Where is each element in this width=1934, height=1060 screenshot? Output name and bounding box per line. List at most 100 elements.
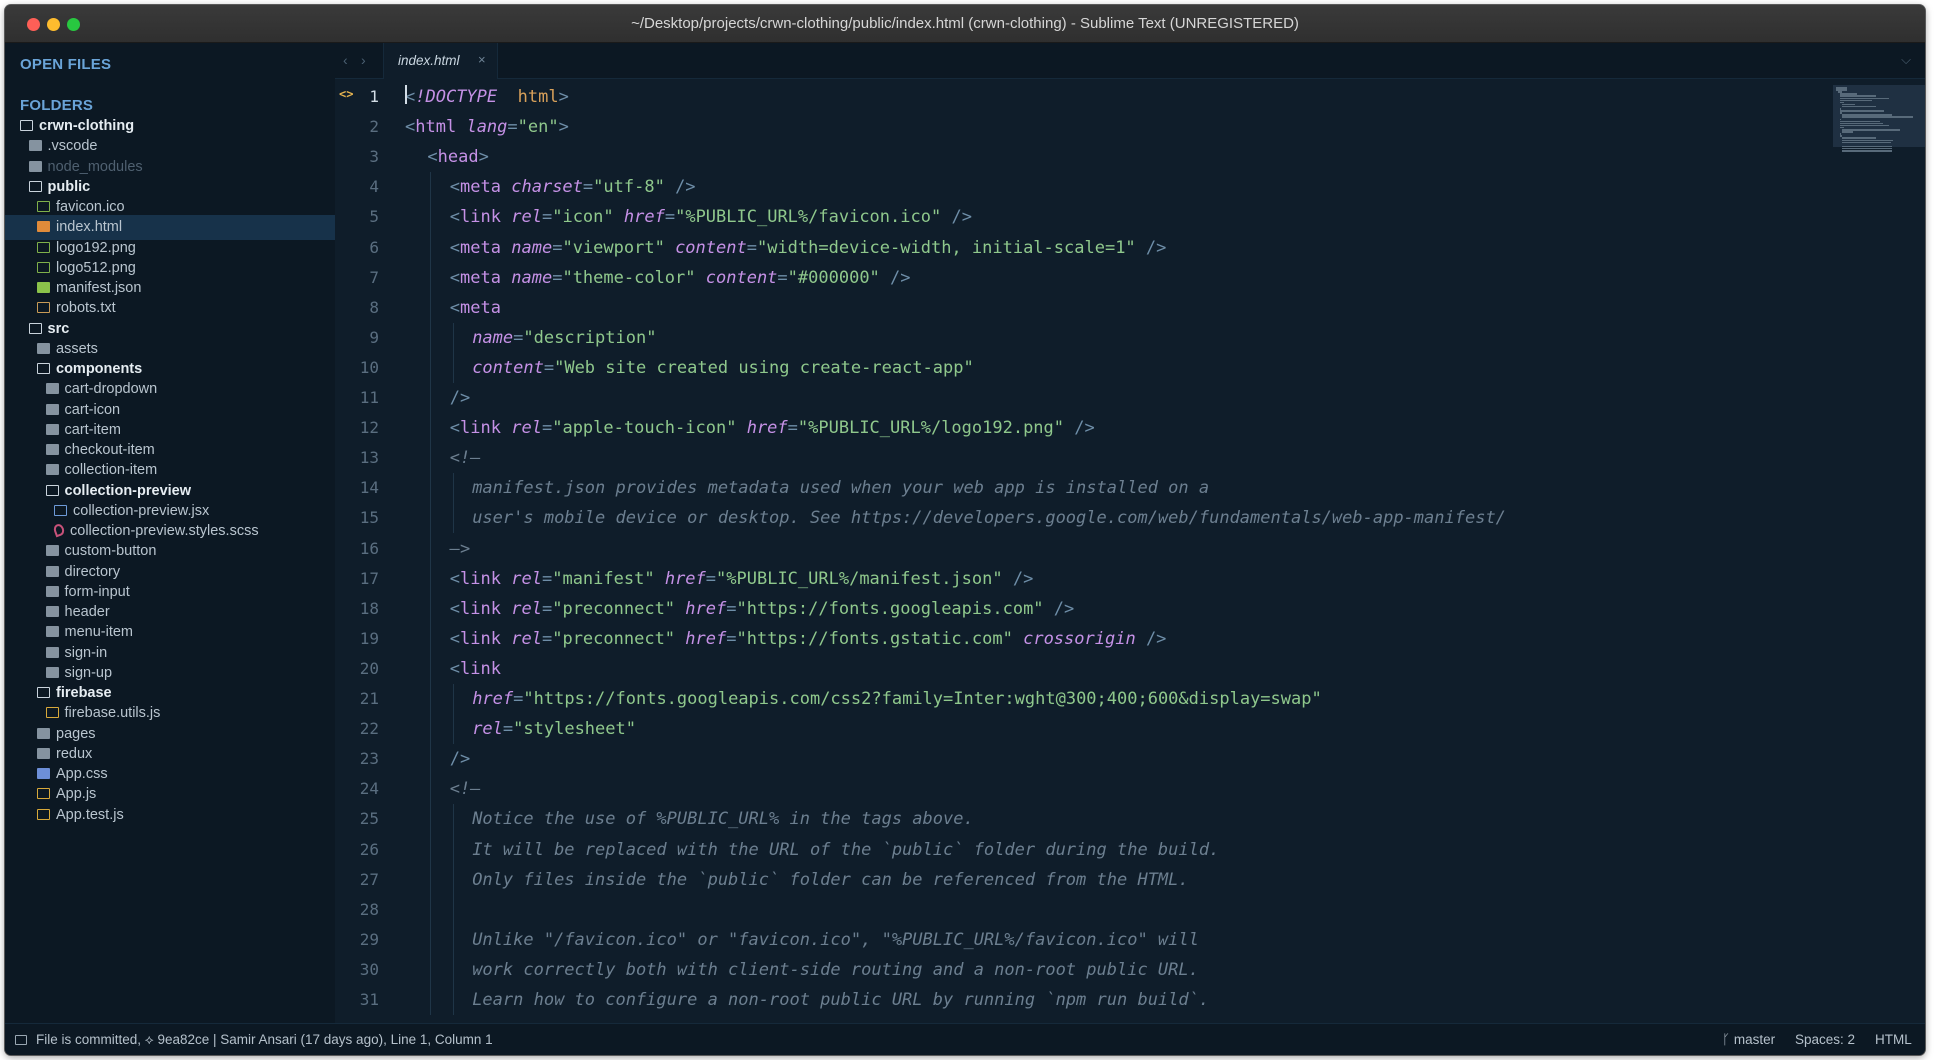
code-line: <!—	[449, 779, 481, 800]
sidebar-item-label: src	[47, 320, 70, 337]
line-number: 2	[369, 117, 379, 137]
line-number: 9	[369, 327, 379, 347]
js-test-file-icon	[37, 808, 50, 820]
sidebar-item-label: pages	[56, 725, 96, 742]
sass-file-icon	[52, 522, 66, 538]
line-number: 30	[359, 959, 379, 979]
code-line: <link rel="apple-touch-icon" href="%PUBL…	[449, 418, 1095, 439]
status-git-info: File is committed, ⟡ 9ea82ce | Samir Ans…	[36, 1032, 493, 1047]
sidebar-item-label: node_modules	[47, 158, 143, 175]
js-file-icon	[37, 788, 50, 800]
sidebar-item-label: cart-item	[64, 421, 121, 438]
code-line: <link	[449, 658, 501, 679]
title-bar: ~/Desktop/projects/crwn-clothing/public/…	[5, 5, 1925, 43]
status-indentation[interactable]: Spaces: 2	[1795, 1024, 1855, 1055]
sidebar-item-label: crwn-clothing	[39, 118, 135, 134]
code-line: rel="stylesheet"	[472, 719, 636, 740]
minimap-line	[1842, 141, 1891, 144]
jsx-file-icon	[54, 504, 67, 516]
code-line: <!—	[449, 448, 481, 469]
folder-icon	[45, 383, 59, 395]
line-number: 24	[359, 779, 379, 799]
image-file-icon	[37, 241, 50, 253]
image-file-icon	[37, 201, 50, 212]
folder-open-icon	[37, 687, 50, 698]
folder-icon	[45, 423, 59, 435]
tab-forward-arrow-icon[interactable]: ›	[361, 52, 366, 68]
code-line: Only files inside the `public` folder ca…	[472, 869, 1189, 890]
folder-open-icon	[45, 484, 59, 496]
tab-index-html[interactable]: index.html ×	[383, 43, 498, 79]
tab-close-icon[interactable]: ×	[478, 52, 486, 67]
sidebar-toggle-icon[interactable]	[15, 1035, 27, 1045]
line-number: 8	[369, 297, 379, 317]
sidebar-item-app-test-js[interactable]: App.test.js	[5, 803, 335, 828]
folder-icon	[45, 606, 59, 617]
sublime-window: ~/Desktop/projects/crwn-clothing/public/…	[5, 5, 1925, 1055]
folder-icon	[37, 747, 50, 759]
code-line: <link rel="manifest" href="%PUBLIC_URL%/…	[449, 568, 1034, 589]
code-line: <!DOCTYPE html>	[405, 87, 569, 107]
tab-back-arrow-icon[interactable]: ‹	[343, 52, 348, 68]
line-number-gutter: <> 1 2 3 4 5 6 7 8 9 10 11 12 13 14 15 16 17 18 19 20 21 22 23…	[335, 79, 395, 1023]
code-line: It will be replaced with the URL of the …	[472, 839, 1220, 860]
code-line: content="Web site created using create-r…	[472, 357, 974, 378]
folder-open-icon	[37, 363, 50, 374]
line-number: 18	[359, 598, 379, 618]
code-line: Learn how to configure a non-root public…	[472, 990, 1210, 1010]
code-editor[interactable]: <!DOCTYPE html> <html lang="en"> <head> <me…	[400, 79, 1830, 1023]
folder-icon	[45, 585, 59, 597]
code-line: manifest.json provides metadata used whe…	[472, 478, 1210, 499]
code-line: <link rel="icon" href="%PUBLIC_URL%/favi…	[449, 207, 972, 228]
sidebar-item-label: logo192.png	[56, 239, 136, 256]
sidebar-item-label: components	[56, 361, 143, 377]
line-number: 1	[369, 87, 379, 106]
line-number: 11	[359, 388, 379, 407]
line-number: 23	[359, 749, 379, 769]
line-number: 17	[359, 568, 379, 588]
sidebar-item-label: robots.txt	[56, 300, 116, 317]
code-line: <link rel="preconnect" href="https://fon…	[449, 598, 1075, 619]
status-branch[interactable]: ᚴ master	[1722, 1024, 1775, 1055]
line-number: 10	[359, 357, 379, 377]
sidebar-item-label: form-input	[64, 583, 130, 600]
line-number: 7	[369, 267, 379, 287]
status-bar: File is committed, ⟡ 9ea82ce | Samir Ans…	[5, 1023, 1925, 1055]
folder-icon	[45, 545, 59, 557]
line-number: 14	[359, 478, 379, 498]
sidebar-item-label: redux	[56, 745, 93, 762]
sidebar-item-label: assets	[56, 340, 98, 357]
line-number: 20	[359, 658, 379, 678]
sidebar-item-label: .vscode	[47, 138, 98, 155]
line-number: 16	[359, 538, 379, 558]
sidebar-item-label: sign-in	[64, 644, 108, 661]
tab-dropdown-icon[interactable]: ⌵	[1901, 52, 1911, 68]
sidebar-item-label: manifest.json	[56, 280, 142, 296]
sidebar-item-label: collection-preview	[64, 482, 192, 499]
sidebar-item-label: firebase	[56, 685, 112, 701]
minimap-line	[1840, 124, 1889, 127]
window-title: ~/Desktop/projects/crwn-clothing/public/…	[631, 15, 1299, 32]
line-number: 27	[359, 869, 379, 889]
folder-icon	[45, 565, 59, 577]
minimap-line	[1842, 150, 1893, 152]
sidebar-item-label: cart-dropdown	[64, 381, 158, 398]
sidebar-item-label: cart-icon	[64, 401, 121, 418]
sidebar-item-label: index.html	[56, 219, 123, 236]
status-syntax[interactable]: HTML	[1875, 1024, 1912, 1055]
minimap[interactable]	[1830, 79, 1925, 1023]
code-line: Unlike "/favicon.ico" or "favicon.ico", …	[472, 929, 1199, 950]
text-file-icon	[37, 302, 50, 314]
folder-icon	[37, 727, 50, 739]
sidebar-item-label: custom-button	[64, 543, 157, 560]
code-line: name="description"	[472, 327, 657, 348]
folder-icon	[45, 464, 59, 476]
sidebar-item-label: directory	[64, 563, 121, 580]
sidebar-item-label: App.js	[56, 786, 97, 803]
minimap-line	[1840, 110, 1885, 112]
minimap-line	[1840, 99, 1872, 102]
folder-icon	[28, 140, 42, 152]
minimap-line	[1842, 131, 1854, 133]
line-number: 6	[369, 237, 379, 257]
line-number: 29	[359, 929, 379, 949]
